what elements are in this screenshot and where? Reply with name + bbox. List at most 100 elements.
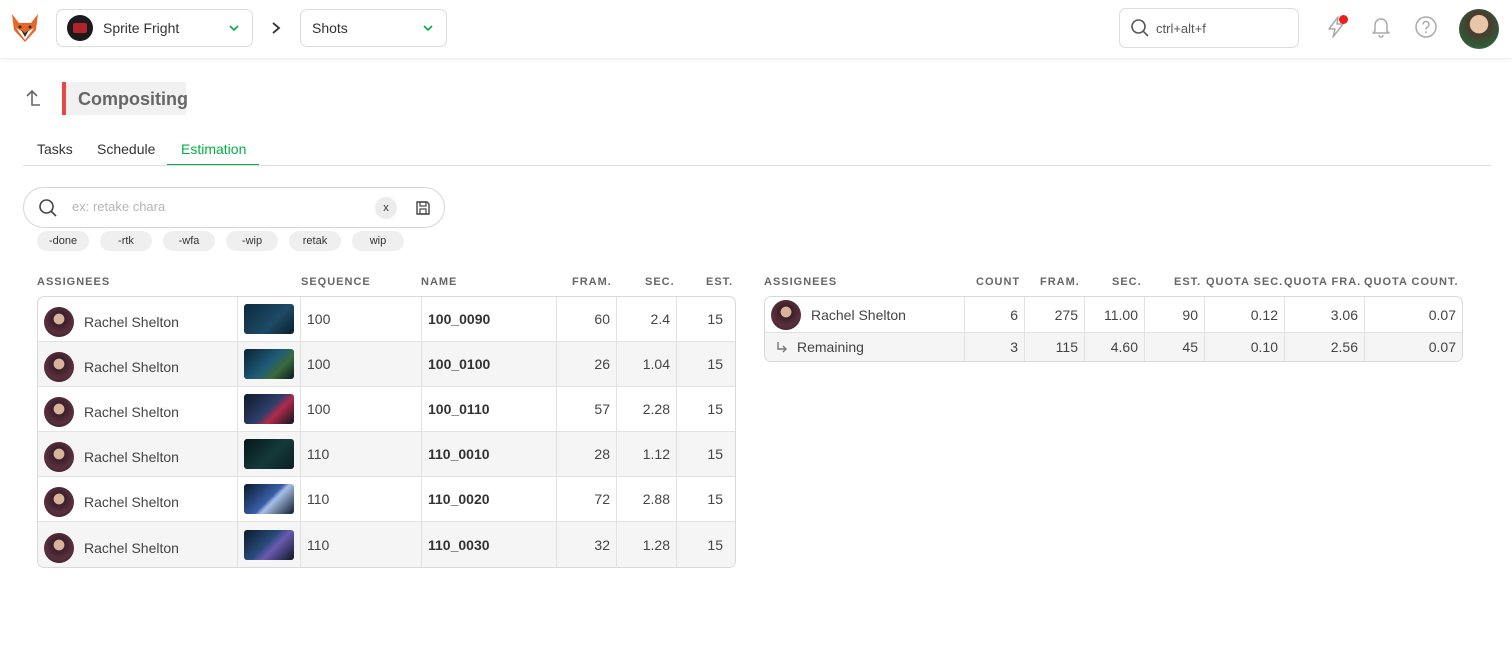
clear-search-button[interactable]: x [375, 197, 397, 219]
header-sequence: SEQUENCE [301, 276, 371, 288]
filter-chip-wip[interactable]: -wip [226, 231, 278, 251]
assignee-cell: Rachel Shelton [38, 432, 238, 476]
table-row[interactable]: Rachel Shelton 110 110_0020 72 2.88 15 [38, 477, 735, 522]
notification-dot [1339, 15, 1348, 24]
summary-assignee-cell: Remaining [765, 333, 965, 361]
estimation-cell[interactable]: 15 [677, 477, 735, 521]
summary-header-quota-sec: QUOTA SEC. [1206, 276, 1284, 288]
kitsu-fox-logo[interactable] [9, 12, 41, 44]
summary-seconds-cell: 11.00 [1085, 297, 1145, 332]
assignee-name: Rachel Shelton [84, 359, 179, 375]
production-selector[interactable]: Sprite Fright [56, 9, 253, 47]
estimation-cell[interactable]: 15 [677, 522, 735, 567]
chevron-down-icon [423, 25, 433, 32]
chevron-down-icon [229, 25, 239, 32]
summary-frames-cell: 115 [1025, 333, 1085, 361]
table-row[interactable]: Rachel Shelton 100 100_0090 60 2.4 15 [38, 297, 735, 342]
sub-row-arrow-icon [777, 342, 787, 353]
table-row[interactable]: Rachel Shelton 100 100_0110 57 2.28 15 [38, 387, 735, 432]
summary-quota-fra-cell: 3.06 [1285, 297, 1365, 332]
filter-chip-wip-2[interactable]: wip [352, 231, 404, 251]
global-search[interactable] [1119, 8, 1299, 48]
summary-header-quota-count: QUOTA COUNT. [1364, 276, 1459, 288]
assignee-avatar [44, 307, 74, 337]
summary-row-assignee: Rachel Shelton 6 275 11.00 90 0.12 3.06 0.07 [765, 297, 1462, 333]
frames-cell: 32 [557, 522, 617, 567]
sequence-cell: 100 [301, 342, 422, 386]
shot-name-cell[interactable]: 110_0030 [422, 522, 557, 567]
summary-header-assignees: ASSIGNEES [764, 276, 838, 288]
tab-estimation[interactable]: Estimation [181, 141, 246, 157]
shot-thumbnail[interactable] [244, 394, 294, 424]
assignee-avatar [771, 299, 801, 330]
filter-chips: -done -rtk -wfa -wip retak wip [37, 231, 404, 251]
filter-chip-wfa[interactable]: -wfa [163, 231, 215, 251]
tab-bar: Tasks Schedule Estimation [23, 135, 1491, 166]
filter-chip-done[interactable]: -done [37, 231, 89, 251]
save-filter-icon[interactable] [415, 200, 431, 216]
global-search-input[interactable] [1156, 20, 1276, 36]
thumbnail-cell [238, 297, 301, 341]
summary-header-estimation: EST. [1174, 276, 1202, 288]
summary-header-count: COUNT [976, 276, 1021, 288]
shot-thumbnail[interactable] [244, 439, 294, 469]
section-selector[interactable]: Shots [300, 9, 447, 47]
summary-assignee-name: Rachel Shelton [811, 306, 906, 323]
assignee-cell: Rachel Shelton [38, 342, 238, 386]
table-row[interactable]: Rachel Shelton 110 110_0030 32 1.28 15 [38, 522, 735, 567]
shots-table: Rachel Shelton 100 100_0090 60 2.4 15 Rachel S… [37, 296, 736, 568]
seconds-cell: 2.4 [617, 297, 677, 341]
header-seconds: SEC. [645, 276, 675, 288]
filter-search[interactable]: x [23, 187, 445, 228]
table-row[interactable]: Rachel Shelton 100 100_0100 26 1.04 15 [38, 342, 735, 387]
sequence-cell: 110 [301, 432, 422, 476]
estimation-cell[interactable]: 15 [677, 297, 735, 341]
assignee-cell: Rachel Shelton [38, 522, 238, 567]
bell-icon[interactable] [1368, 14, 1394, 40]
search-icon [1131, 19, 1149, 37]
shot-name-cell[interactable]: 100_0110 [422, 387, 557, 431]
assignee-name: Rachel Shelton [84, 539, 179, 556]
estimation-cell[interactable]: 15 [677, 432, 735, 476]
shot-name-cell[interactable]: 100_0100 [422, 342, 557, 386]
assignee-avatar [44, 487, 74, 517]
shot-name-cell[interactable]: 110_0010 [422, 432, 557, 476]
shot-thumbnail[interactable] [244, 484, 294, 514]
header-frames: FRAM. [572, 276, 612, 288]
seconds-cell: 1.28 [617, 522, 677, 567]
estimation-cell[interactable]: 15 [677, 387, 735, 431]
shot-thumbnail[interactable] [244, 304, 294, 334]
shot-thumbnail[interactable] [244, 529, 294, 560]
assignee-cell: Rachel Shelton [38, 297, 238, 341]
estimation-cell[interactable]: 15 [677, 342, 735, 386]
assignee-avatar [44, 352, 74, 382]
summary-seconds-cell: 4.60 [1085, 333, 1145, 361]
production-thumbnail [67, 15, 93, 41]
user-avatar[interactable] [1459, 9, 1499, 49]
production-name: Sprite Fright [103, 20, 180, 36]
tab-schedule[interactable]: Schedule [97, 141, 155, 157]
summary-quota-fra-cell: 2.56 [1285, 333, 1365, 361]
frames-cell: 57 [557, 387, 617, 431]
summary-header-frames: FRAM. [1040, 276, 1080, 288]
shot-thumbnail[interactable] [244, 349, 294, 379]
filter-search-input[interactable] [72, 199, 362, 214]
shot-name-cell[interactable]: 110_0020 [422, 477, 557, 521]
summary-quota-sec-cell: 0.10 [1205, 333, 1285, 361]
summary-row-remaining: Remaining 3 115 4.60 45 0.10 2.56 0.07 [765, 333, 1462, 361]
assignee-cell: Rachel Shelton [38, 387, 238, 431]
summary-table: Rachel Shelton 6 275 11.00 90 0.12 3.06 0.07 Rem… [764, 296, 1463, 362]
header-estimation: EST. [706, 276, 734, 288]
back-arrow-icon[interactable] [24, 89, 42, 109]
help-icon[interactable] [1413, 14, 1439, 40]
chevron-right-icon [272, 22, 281, 34]
filter-chip-rtk[interactable]: -rtk [100, 231, 152, 251]
department-title: Compositing [62, 82, 188, 115]
summary-assignee-name: Remaining [797, 339, 864, 355]
filter-chip-retak[interactable]: retak [289, 231, 341, 251]
tab-tasks[interactable]: Tasks [37, 141, 73, 157]
shot-name-cell[interactable]: 100_0090 [422, 297, 557, 341]
seconds-cell: 2.88 [617, 477, 677, 521]
sequence-cell: 100 [301, 387, 422, 431]
table-row[interactable]: Rachel Shelton 110 110_0010 28 1.12 15 [38, 432, 735, 477]
